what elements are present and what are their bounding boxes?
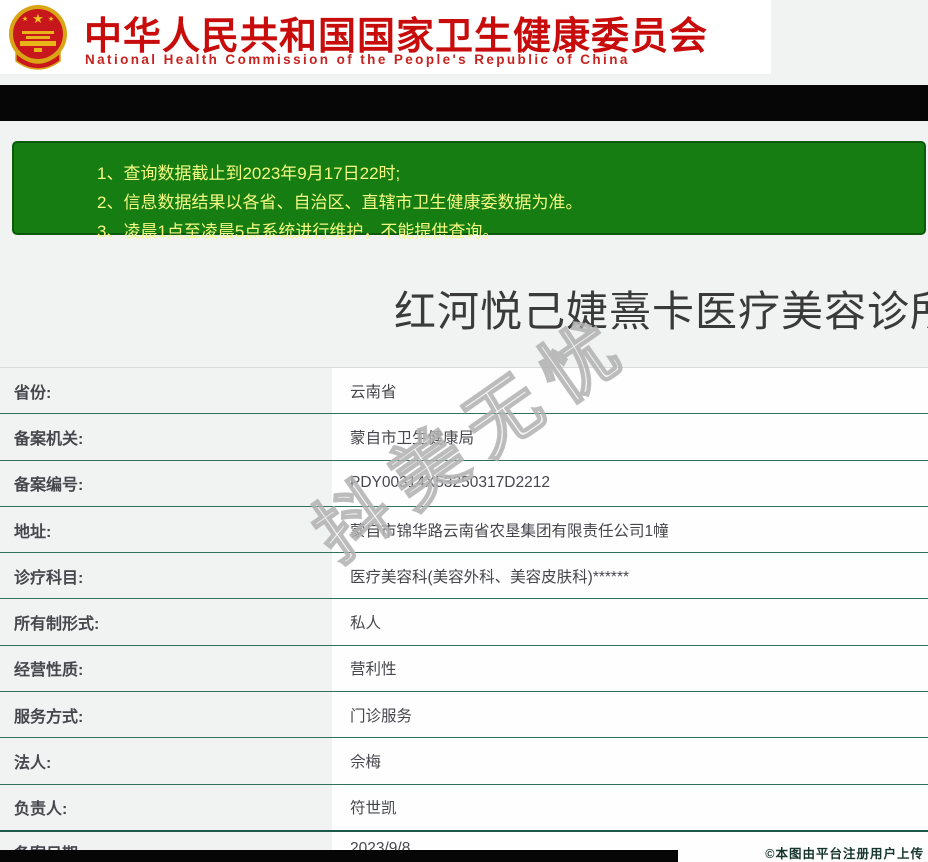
row-label: 备案编号: [14,477,84,495]
row-label: 经营性质: [14,662,84,680]
table-row-province: 省份: 云南省 [0,367,928,414]
svg-text:★: ★ [48,15,54,23]
china-national-emblem-icon: ★ ★ ★ [9,5,67,70]
row-value: PDY00314X53250317D2212 [332,460,928,506]
nhc-record-page: { "header": { "title_zh": "中华人民共和国国家卫生健康… [0,0,928,862]
record-title: 红河悦己婕熹卡医疗美容诊所 [394,288,928,335]
site-title-en: National Health Commission of the People… [85,52,630,67]
row-value: 医疗美容科(美容外科、美容皮肤科)****** [332,553,928,599]
table-row-ownership-form: 所有制形式: 私人 [0,598,928,645]
table-row-filing-number: 备案编号: PDY00314X53250317D2212 [0,459,928,506]
row-value: 云南省 [332,368,928,414]
table-row-address: 地址: 蒙自市锦华路云南省农垦集团有限责任公司1幢 [0,505,928,553]
table-row-business-nature: 经营性质: 营利性 [0,644,928,692]
record-info-table: 省份: 云南省 备案机关: 蒙自市卫生健康局 备案编号: PDY00314X53… [0,367,928,862]
svg-text:★: ★ [22,15,28,23]
redaction-bar-top [0,85,928,121]
row-value: 营利性 [332,645,928,692]
table-row-service-mode: 服务方式: 门诊服务 [0,691,928,738]
row-value: 私人 [332,599,928,645]
row-label: 负责人: [14,801,68,819]
notice-line-1: 1、查询数据截止到2023年9月17日22时; [97,164,401,183]
row-label: 地址: [14,523,52,541]
table-row-filing-authority: 备案机关: 蒙自市卫生健康局 [0,413,928,460]
row-label: 诊疗科目: [14,569,84,587]
image-copyright-note: ©本图由平台注册用户上传 [765,847,924,861]
table-row-person-in-charge: 负责人: 符世凯 [0,783,928,830]
row-label: 所有制形式: [14,616,100,634]
row-value: 佘梅 [332,738,928,784]
row-label: 服务方式: [14,708,84,726]
row-value: 蒙自市锦华路云南省农垦集团有限责任公司1幢 [332,506,928,553]
row-label: 法人: [14,755,52,773]
notice-box: 1、查询数据截止到2023年9月17日22时; 2、信息数据结果以各省、自治区、… [12,141,926,241]
site-header: ★ ★ ★ 中华人民共和国国家卫生健康委员会 National Health C… [0,0,771,74]
table-row-treatment-subjects: 诊疗科目: 医疗美容科(美容外科、美容皮肤科)****** [0,552,928,599]
table-row-legal-person: 法人: 佘梅 [0,737,928,784]
row-value: 门诊服务 [332,692,928,738]
notice-line-3: 3、凌晨1点至凌晨5点系统进行维护，不能提供查询。 [97,222,500,241]
svg-text:★: ★ [32,11,44,26]
notice-line-2: 2、信息数据结果以各省、自治区、直辖市卫生健康委数据为准。 [97,193,583,212]
redaction-bar-bottom [0,850,678,862]
row-value: 符世凯 [332,784,928,830]
row-value: 蒙自市卫生健康局 [332,414,928,460]
row-label: 省份: [14,384,52,402]
row-label: 备案机关: [14,430,84,448]
